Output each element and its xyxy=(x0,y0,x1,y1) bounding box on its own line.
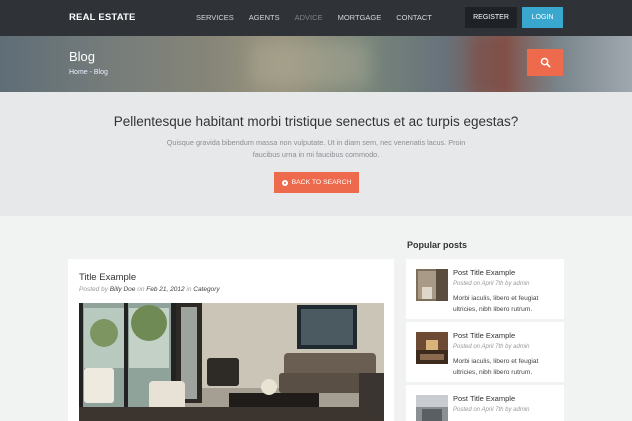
thumbnail-image xyxy=(416,269,448,301)
nav-item-agents[interactable]: AGENTS xyxy=(249,13,280,22)
page-title: Blog xyxy=(69,49,96,64)
site-logo[interactable]: REAL ESTATE xyxy=(69,12,136,23)
hero-banner: Blog Home - Blog xyxy=(0,36,632,92)
post-image[interactable] xyxy=(79,303,384,421)
post-meta: Posted by Billy Doe on Feb 21, 2012 in C… xyxy=(79,286,220,293)
post-author[interactable]: Billy Doe xyxy=(110,286,136,293)
popular-post-item[interactable]: Post Title Example Posted on April 7th b… xyxy=(406,385,564,421)
intro-text-line: Quisque gravida bibendum massa non vulpu… xyxy=(166,138,466,147)
popular-post-excerpt: Morbi iaculis, libero et feugiat ultrici… xyxy=(453,295,539,313)
post-thumbnail[interactable] xyxy=(416,269,448,301)
popular-post-meta: Posted on April 7th by admin xyxy=(453,407,530,413)
popular-post-title[interactable]: Post Title Example xyxy=(453,394,515,403)
main-nav: SERVICES AGENTS ADVICE MORTGAGE CONTACT xyxy=(196,13,447,22)
post-title[interactable]: Title Example xyxy=(79,272,136,283)
popular-post-item[interactable]: Post Title Example Posted on April 7th b… xyxy=(406,322,564,382)
register-button[interactable]: REGISTER xyxy=(465,7,517,28)
search-button[interactable] xyxy=(527,49,563,76)
popular-post-meta: Posted on April 7th by admin xyxy=(453,281,530,287)
post-meta-label: on xyxy=(137,286,145,293)
post-category[interactable]: Category xyxy=(193,286,219,293)
intro-heading: Pellentesque habitant morbi tristique se… xyxy=(113,114,519,129)
popular-post-title[interactable]: Post Title Example xyxy=(453,331,515,340)
post-thumbnail[interactable] xyxy=(416,332,448,364)
popular-post-meta: Posted on April 7th by admin xyxy=(453,344,530,350)
post-thumbnail[interactable] xyxy=(416,395,448,421)
living-room-photo xyxy=(79,303,384,421)
post-date: Feb 21, 2012 xyxy=(146,286,185,293)
blog-post-card: Title Example Posted by Billy Doe on Feb… xyxy=(68,259,394,421)
nav-item-advice[interactable]: ADVICE xyxy=(295,13,323,22)
intro-section: Pellentesque habitant morbi tristique se… xyxy=(0,92,632,216)
top-navbar: REAL ESTATE SERVICES AGENTS ADVICE MORTG… xyxy=(0,0,632,36)
back-to-search-button[interactable]: BACK TO SEARCH xyxy=(274,172,359,193)
thumbnail-image xyxy=(416,332,448,364)
login-button[interactable]: LOGIN xyxy=(522,7,563,28)
intro-text-line: faucibus urna in mi faucibus commodo. xyxy=(252,150,380,159)
target-icon xyxy=(281,179,288,186)
thumbnail-image xyxy=(416,395,448,421)
post-meta-label: in xyxy=(186,286,192,293)
popular-post-item[interactable]: Post Title Example Posted on April 7th b… xyxy=(406,259,564,319)
post-meta-label: Posted by xyxy=(79,286,108,293)
nav-item-mortgage[interactable]: MORTGAGE xyxy=(338,13,382,22)
search-icon xyxy=(540,57,550,68)
breadcrumb[interactable]: Home - Blog xyxy=(69,69,108,76)
intro-text: Quisque gravida bibendum massa non vulpu… xyxy=(160,137,472,161)
back-to-search-label: BACK TO SEARCH xyxy=(291,179,352,186)
nav-item-contact[interactable]: CONTACT xyxy=(396,13,432,22)
popular-posts-heading: Popular posts xyxy=(407,240,468,250)
nav-item-services[interactable]: SERVICES xyxy=(196,13,234,22)
popular-post-title[interactable]: Post Title Example xyxy=(453,268,515,277)
popular-post-excerpt: Morbi iaculis, libero et feugiat ultrici… xyxy=(453,358,539,376)
